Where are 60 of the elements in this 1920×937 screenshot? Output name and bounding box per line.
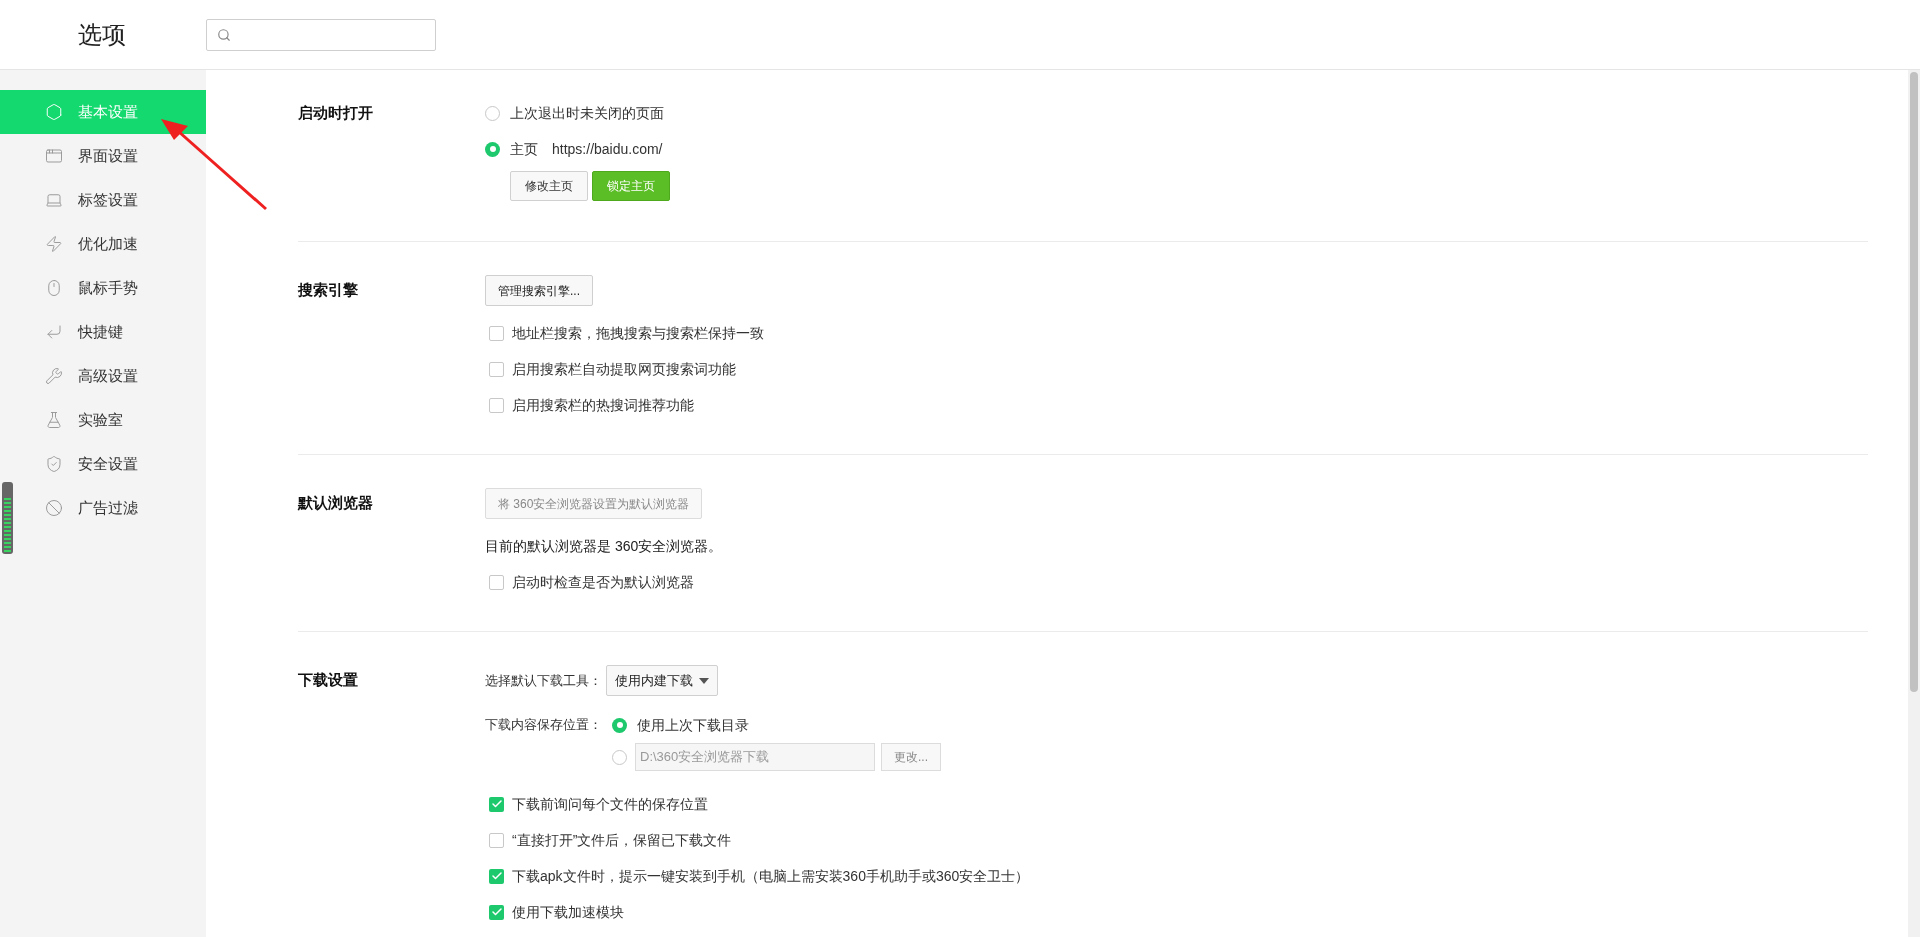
checkbox[interactable] — [489, 397, 504, 413]
wrench-icon — [45, 367, 63, 385]
checkbox[interactable] — [489, 796, 504, 812]
homepage-url: https://baidu.com/ — [552, 139, 663, 159]
option-label: 上次退出时未关闭的页面 — [510, 103, 664, 123]
checkbox-label: 下载前询问每个文件的保存位置 — [512, 794, 708, 814]
radio-button[interactable] — [485, 105, 500, 121]
checkbox[interactable] — [489, 574, 504, 590]
sidebar-item[interactable]: 标签设置 — [0, 178, 206, 222]
section-title: 启动时打开 — [298, 102, 373, 123]
radio-button[interactable] — [485, 141, 500, 157]
checkbox[interactable] — [489, 904, 504, 920]
scrollbar-thumb[interactable] — [1910, 72, 1918, 692]
field-label: 下载内容保存位置： — [485, 716, 602, 735]
sidebar-item[interactable]: 广告过滤 — [0, 486, 206, 530]
sidebar-item[interactable]: 鼠标手势 — [0, 266, 206, 310]
shield-check-icon — [45, 455, 63, 473]
checkbox-label: 启动时检查是否为默认浏览器 — [512, 572, 694, 592]
sidebar-item[interactable]: 安全设置 — [0, 442, 206, 486]
checkbox-label: 下载apk文件时，提示一键安装到手机（电脑上需安装360手机助手或360安全卫士） — [512, 866, 1030, 886]
checkbox-label: 地址栏搜索，拖拽搜索与搜索栏保持一致 — [512, 323, 764, 343]
sidebar-item[interactable]: 实验室 — [0, 398, 206, 442]
section-title: 默认浏览器 — [298, 493, 373, 514]
lightning-icon — [45, 235, 63, 253]
status-text: 目前的默认浏览器是 360安全浏览器。 — [485, 536, 723, 556]
checkbox-label: 启用搜索栏的热搜词推荐功能 — [512, 395, 694, 415]
checkbox[interactable] — [489, 325, 504, 341]
option-label: 使用上次下载目录 — [637, 715, 749, 735]
search-icon — [217, 27, 231, 42]
field-label: 选择默认下载工具： — [485, 671, 602, 690]
section-title: 下载设置 — [298, 670, 358, 691]
laptop-icon — [45, 191, 63, 209]
page-title: 选项 — [78, 20, 126, 48]
checkbox[interactable] — [489, 361, 504, 377]
checkbox-label: 启用搜索栏自动提取网页搜索词功能 — [512, 359, 736, 379]
sidebar-item[interactable]: 高级设置 — [0, 354, 206, 398]
prohibited-icon — [45, 499, 63, 517]
checkbox-label: “直接打开”文件后，保留已下载文件 — [512, 830, 732, 850]
change-button[interactable]: 更改... — [881, 743, 941, 771]
sidebar-item[interactable]: 快捷键 — [0, 310, 206, 354]
option-label: 主页 — [510, 139, 538, 159]
mouse-icon — [45, 279, 63, 297]
meter-drawing — [2, 482, 13, 554]
checkbox[interactable] — [489, 868, 504, 884]
dropdown-triangle-icon — [699, 677, 709, 684]
download-tool-dropdown[interactable]: 使用内建下载 — [606, 665, 718, 696]
flask-icon — [45, 411, 63, 429]
section-title: 搜索引擎 — [298, 280, 358, 301]
search-field[interactable] — [206, 18, 436, 51]
radio-button[interactable] — [612, 717, 627, 733]
sidebar-item[interactable]: 界面设置 — [0, 134, 206, 178]
enter-key-icon — [45, 323, 63, 341]
settings-icon — [45, 103, 63, 121]
action-button[interactable]: 管理搜索引擎... — [485, 275, 593, 306]
edit-homepage-button[interactable]: 修改主页 — [510, 171, 588, 201]
radio-button[interactable] — [612, 749, 627, 765]
checkbox-label: 使用下载加速模块 — [512, 902, 624, 922]
window-icon — [45, 147, 63, 165]
sidebar-item[interactable]: 优化加速 — [0, 222, 206, 266]
checkbox[interactable] — [489, 832, 504, 848]
